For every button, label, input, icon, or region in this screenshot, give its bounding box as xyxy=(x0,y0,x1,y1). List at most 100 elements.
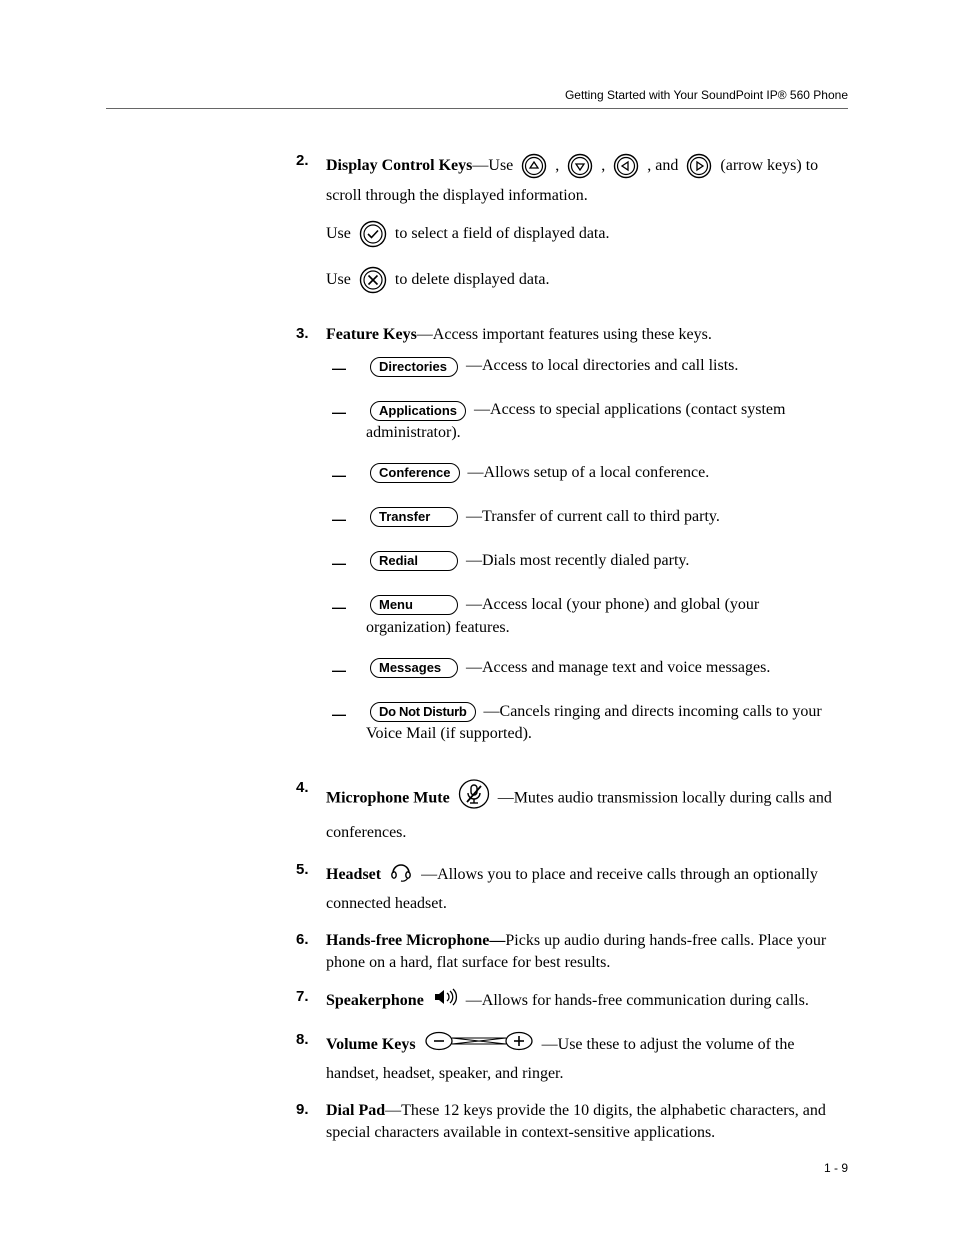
dash: — xyxy=(326,657,366,683)
item-6-body: Hands-free Microphone—Picks up audio dur… xyxy=(326,930,848,973)
page-number: 1 - 9 xyxy=(824,1161,848,1175)
item-3-text: —Access important features using these k… xyxy=(417,326,712,343)
item-6-lead: Hands-free Microphone— xyxy=(326,932,505,949)
item-6-num: 6. xyxy=(296,930,326,973)
feature-menu: — Menu —Access local (your phone) and gl… xyxy=(326,594,848,639)
item-2-line2b: to select a field of displayed data. xyxy=(395,225,610,242)
running-head: Getting Started with Your SoundPoint IP®… xyxy=(106,88,848,102)
numbered-list: 2. Display Control Keys—Use , , xyxy=(296,151,848,1143)
feature-applications-body: Applications —Access to special applicat… xyxy=(366,399,848,444)
feature-directories-body: Directories —Access to local directories… xyxy=(366,355,848,377)
item-2-mid2: , xyxy=(601,157,605,174)
dash: — xyxy=(326,399,366,425)
feature-messages-desc: —Access and manage text and voice messag… xyxy=(466,659,770,676)
feature-transfer: — Transfer —Transfer of current call to … xyxy=(326,506,848,532)
dash: — xyxy=(326,462,366,488)
header-rule xyxy=(106,108,848,109)
item-5-body: Headset —Allows you to place and receive… xyxy=(326,860,848,916)
item-5: 5. Headset —Allows you to place and rece… xyxy=(296,860,848,916)
feature-transfer-body: Transfer —Transfer of current call to th… xyxy=(366,506,848,528)
feature-dnd: — Do Not Disturb —Cancels ringing and di… xyxy=(326,701,848,746)
feature-directories: — Directories —Access to local directori… xyxy=(326,355,848,381)
item-2-line1: Display Control Keys—Use , , , and xyxy=(326,151,848,212)
page: Getting Started with Your SoundPoint IP®… xyxy=(0,0,954,1235)
item-2-body: Display Control Keys—Use , , , and xyxy=(326,151,848,310)
item-5-num: 5. xyxy=(296,860,326,916)
item-3-lead: Feature Keys xyxy=(326,326,417,343)
menu-key: Menu xyxy=(370,595,458,615)
feature-conference-body: Conference —Allows setup of a local conf… xyxy=(366,462,848,484)
messages-key: Messages xyxy=(370,658,458,678)
feature-redial-desc: —Dials most recently dialed party. xyxy=(466,552,689,569)
item-7-num: 7. xyxy=(296,987,326,1016)
content: 2. Display Control Keys—Use , , xyxy=(296,151,848,1143)
item-3-body: Feature Keys—Access important features u… xyxy=(326,324,848,764)
feature-keys-list: — Directories —Access to local directori… xyxy=(326,355,848,745)
item-2-textA: —Use xyxy=(472,157,513,174)
volume-keys-icon xyxy=(424,1030,534,1061)
item-3: 3. Feature Keys—Access important feature… xyxy=(296,324,848,764)
item-2-num: 2. xyxy=(296,151,326,310)
feature-directories-desc: —Access to local directories and call li… xyxy=(466,357,738,374)
item-7: 7. Speakerphone —Allows for hands-free c… xyxy=(296,987,848,1016)
feature-redial: — Redial —Dials most recently dialed par… xyxy=(326,550,848,576)
directories-key: Directories xyxy=(370,357,458,377)
item-2-line3a: Use xyxy=(326,271,351,288)
dash: — xyxy=(326,594,366,620)
arrow-down-icon xyxy=(567,153,593,179)
item-4: 4. Microphone Mute —Mutes audio transmis… xyxy=(296,778,848,846)
feature-menu-body: Menu —Access local (your phone) and glob… xyxy=(366,594,848,639)
arrow-left-icon xyxy=(613,153,639,179)
dash: — xyxy=(326,355,366,381)
dash: — xyxy=(326,550,366,576)
applications-key: Applications xyxy=(370,401,466,421)
item-2-line3b: to delete displayed data. xyxy=(395,271,550,288)
item-2-mid1: , xyxy=(555,157,559,174)
item-2-lead: Display Control Keys xyxy=(326,157,472,174)
feature-transfer-desc: —Transfer of current call to third party… xyxy=(466,508,720,525)
feature-redial-body: Redial —Dials most recently dialed party… xyxy=(366,550,848,572)
dash: — xyxy=(326,506,366,532)
arrow-up-icon xyxy=(521,153,547,179)
redial-key: Redial xyxy=(370,551,458,571)
item-9-lead: Dial Pad xyxy=(326,1102,385,1119)
item-2: 2. Display Control Keys—Use , , xyxy=(296,151,848,310)
dnd-key: Do Not Disturb xyxy=(370,702,476,722)
item-7-lead: Speakerphone xyxy=(326,992,424,1009)
conference-key: Conference xyxy=(370,463,460,483)
feature-applications: — Applications —Access to special applic… xyxy=(326,399,848,444)
item-5-lead: Headset xyxy=(326,866,381,883)
item-2-line2a: Use xyxy=(326,225,351,242)
headset-icon xyxy=(389,860,413,891)
item-9-num: 9. xyxy=(296,1100,326,1143)
item-2-mid3: , and xyxy=(647,157,678,174)
arrow-right-icon xyxy=(686,153,712,179)
mic-mute-icon xyxy=(458,778,490,819)
speakerphone-icon xyxy=(432,987,458,1016)
item-8-lead: Volume Keys xyxy=(326,1036,416,1053)
item-2-line2: Use to select a field of displayed data. xyxy=(326,218,848,250)
item-4-lead: Microphone Mute xyxy=(326,789,450,806)
item-8: 8. Volume Keys —Us xyxy=(296,1030,848,1086)
feature-messages-body: Messages —Access and manage text and voi… xyxy=(366,657,848,679)
item-4-num: 4. xyxy=(296,778,326,846)
feature-conference: — Conference —Allows setup of a local co… xyxy=(326,462,848,488)
dash: — xyxy=(326,701,366,727)
transfer-key: Transfer xyxy=(370,507,458,527)
item-9-desc: —These 12 keys provide the 10 digits, th… xyxy=(326,1102,826,1141)
item-3-num: 3. xyxy=(296,324,326,764)
item-4-body: Microphone Mute —Mutes audio transmissio… xyxy=(326,778,848,846)
select-check-icon xyxy=(359,220,387,248)
item-6: 6. Hands-free Microphone—Picks up audio … xyxy=(296,930,848,973)
item-9: 9. Dial Pad—These 12 keys provide the 10… xyxy=(296,1100,848,1143)
item-8-num: 8. xyxy=(296,1030,326,1086)
feature-messages: — Messages —Access and manage text and v… xyxy=(326,657,848,683)
feature-conference-desc: —Allows setup of a local conference. xyxy=(468,464,710,481)
item-8-body: Volume Keys —Use these to adjust the xyxy=(326,1030,848,1086)
item-7-desc: —Allows for hands-free communication dur… xyxy=(466,992,809,1009)
item-7-body: Speakerphone —Allows for hands-free comm… xyxy=(326,987,848,1016)
item-2-line3: Use to delete displayed data. xyxy=(326,264,848,296)
item-9-body: Dial Pad—These 12 keys provide the 10 di… xyxy=(326,1100,848,1143)
feature-dnd-body: Do Not Disturb —Cancels ringing and dire… xyxy=(366,701,848,746)
delete-x-icon xyxy=(359,266,387,294)
